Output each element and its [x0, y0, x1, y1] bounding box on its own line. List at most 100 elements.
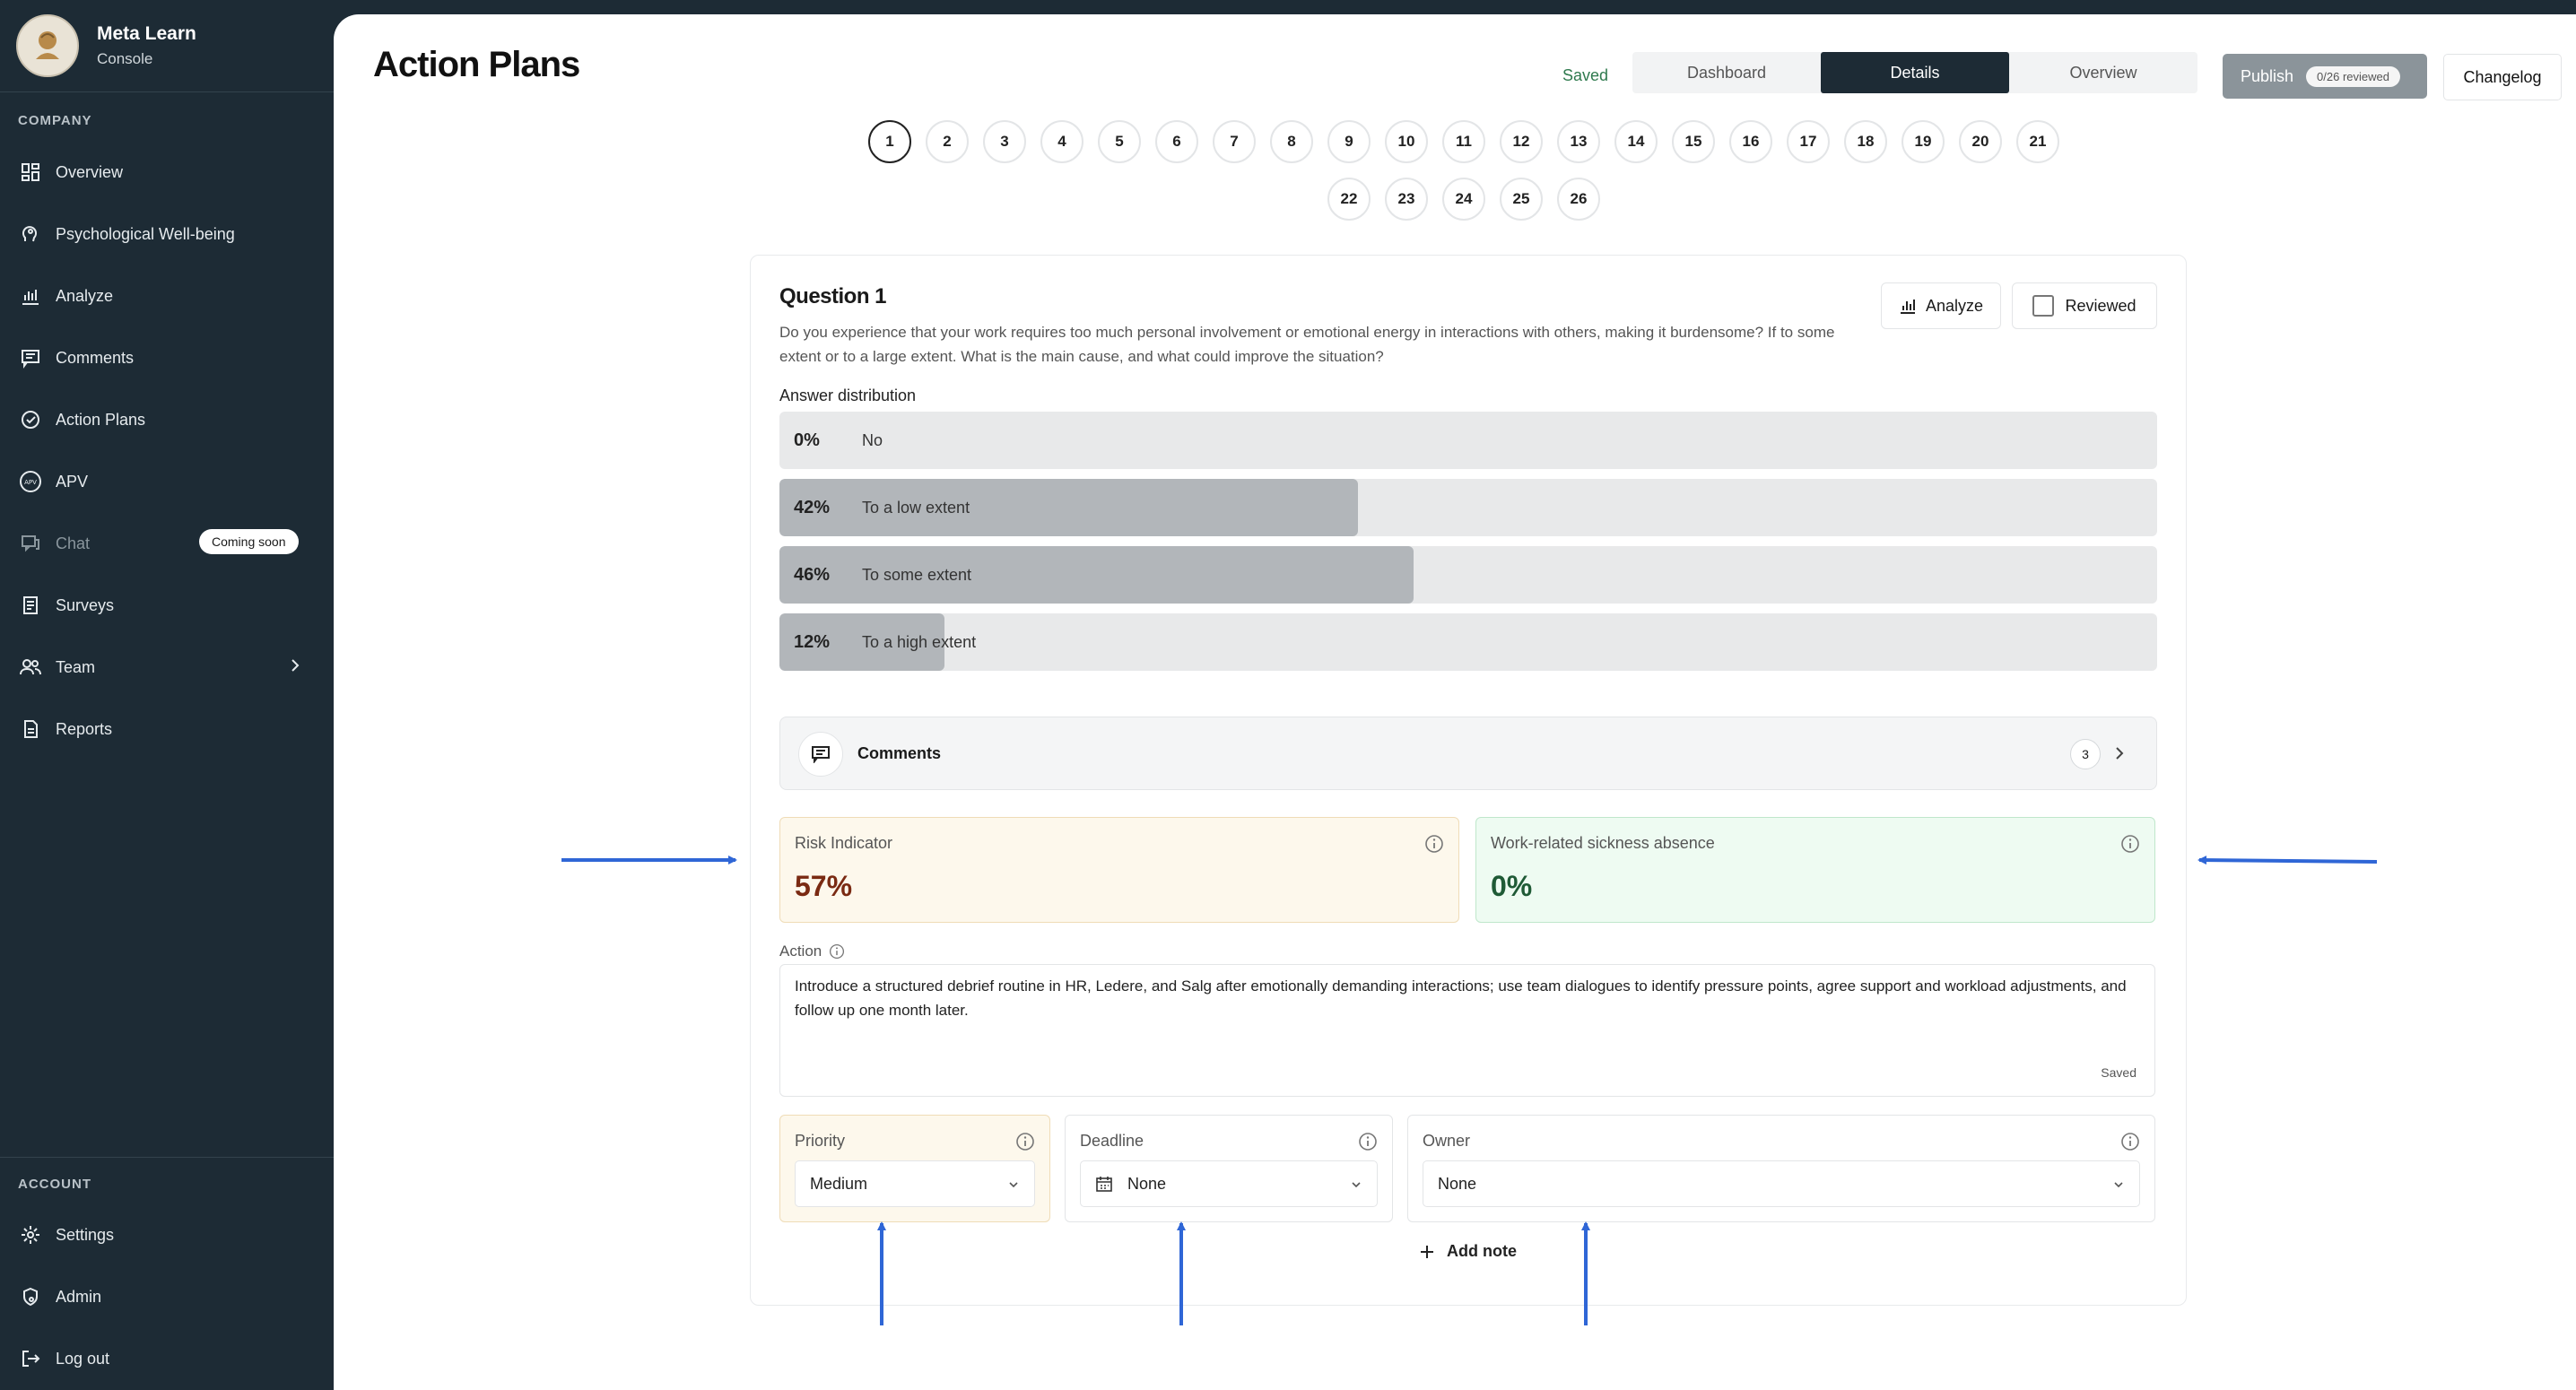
question-number-5[interactable]: 5 [1098, 120, 1141, 163]
question-number-4[interactable]: 4 [1040, 120, 1083, 163]
sidebar-item-analyze[interactable]: Analyze [18, 278, 314, 314]
sidebar-item-surveys[interactable]: Surveys [18, 587, 314, 623]
deadline-picker[interactable]: None [1080, 1160, 1378, 1207]
answer-label: To some extent [862, 566, 972, 584]
info-icon[interactable] [2120, 834, 2140, 858]
sidebar-item-apv[interactable]: APV APV [18, 464, 314, 500]
answer-label: To a high extent [862, 633, 977, 651]
question-number-16[interactable]: 16 [1729, 120, 1772, 163]
sickness-absence-card: Work-related sickness absence 0% [1475, 817, 2155, 923]
question-number-7[interactable]: 7 [1213, 120, 1256, 163]
tab-overview[interactable]: Overview [2009, 52, 2197, 93]
sidebar-item-team[interactable]: Team [18, 649, 314, 685]
add-note-label: Add note [1447, 1242, 1517, 1260]
priority-select[interactable]: Medium [795, 1160, 1035, 1207]
sidebar-item-overview[interactable]: Overview [18, 154, 314, 190]
check-circle-icon [18, 407, 43, 432]
answer-label: No [862, 431, 883, 449]
changelog-button[interactable]: Changelog [2443, 54, 2562, 100]
sidebar-item-label: Team [56, 657, 96, 676]
sidebar-item-chat[interactable]: Chat Coming soon [18, 526, 314, 561]
add-note-button[interactable]: Add note [1418, 1242, 1517, 1261]
question-number-25[interactable]: 25 [1500, 178, 1543, 221]
sidebar-divider [0, 1157, 334, 1158]
question-number-3[interactable]: 3 [983, 120, 1026, 163]
question-number-10[interactable]: 10 [1385, 120, 1428, 163]
main-panel: Action Plans Saved Dashboard Details Ove… [334, 14, 2576, 1390]
question-number-1[interactable]: 1 [868, 120, 911, 163]
action-label-row: Action [779, 943, 845, 960]
info-icon[interactable] [1358, 1132, 1378, 1156]
sidebar-item-comments[interactable]: Comments [18, 340, 314, 376]
question-number-9[interactable]: 9 [1327, 120, 1371, 163]
sidebar-item-label: Chat [56, 534, 91, 552]
sidebar-item-action-plans[interactable]: Action Plans [18, 402, 314, 438]
info-icon[interactable] [2120, 1132, 2140, 1156]
question-number-13[interactable]: 13 [1557, 120, 1600, 163]
reviewed-toggle[interactable]: Reviewed [2012, 282, 2157, 329]
question-number-8[interactable]: 8 [1270, 120, 1313, 163]
brand-name: Meta Learn [97, 23, 196, 44]
priority-value: Medium [810, 1174, 868, 1193]
sidebar: Meta Learn Console COMPANY Overview Psyc… [0, 0, 334, 1390]
question-number-22[interactable]: 22 [1327, 178, 1371, 221]
answer-percent: 0% [794, 430, 820, 450]
sidebar-item-reports[interactable]: Reports [18, 711, 314, 747]
question-number-19[interactable]: 19 [1902, 120, 1945, 163]
publish-label: Publish [2241, 66, 2294, 85]
question-number-20[interactable]: 20 [1959, 120, 2002, 163]
dashboard-icon [18, 160, 43, 185]
answer-percent: 42% [794, 498, 831, 517]
action-textarea[interactable]: Introduce a structured debrief routine i… [779, 964, 2155, 1097]
tab-dashboard[interactable]: Dashboard [1632, 52, 1821, 93]
analyze-label: Analyze [1925, 296, 1984, 315]
brand-sub: Console [97, 50, 153, 67]
brand[interactable]: Meta Learn Console [16, 14, 196, 77]
deadline-label: Deadline [1080, 1132, 1144, 1150]
question-number-14[interactable]: 14 [1614, 120, 1658, 163]
risk-indicator-value: 57% [795, 870, 853, 902]
sidebar-item-settings[interactable]: Settings [18, 1217, 314, 1253]
question-number-21[interactable]: 21 [2016, 120, 2059, 163]
reviewed-checkbox[interactable] [2032, 295, 2055, 317]
comments-count-badge: 3 [2070, 739, 2101, 769]
question-number-15[interactable]: 15 [1672, 120, 1715, 163]
question-number-2[interactable]: 2 [926, 120, 969, 163]
sidebar-item-label: Settings [56, 1225, 115, 1244]
question-number-11[interactable]: 11 [1442, 120, 1485, 163]
sidebar-item-label: Comments [56, 348, 135, 367]
brand-logo [16, 14, 79, 77]
sidebar-item-label: Log out [56, 1349, 110, 1368]
info-icon[interactable] [1015, 1132, 1035, 1156]
sidebar-item-label: Analyze [56, 286, 114, 305]
question-number-24[interactable]: 24 [1442, 178, 1485, 221]
question-number-6[interactable]: 6 [1155, 120, 1198, 163]
section-company: COMPANY [18, 113, 92, 128]
section-account: ACCOUNT [18, 1177, 91, 1192]
reviewed-label: Reviewed [2065, 296, 2137, 315]
question-number-23[interactable]: 23 [1385, 178, 1428, 221]
sidebar-item-wellbeing[interactable]: Psychological Well-being [18, 216, 314, 252]
chat-icon [18, 531, 43, 556]
sidebar-item-admin[interactable]: Admin [18, 1279, 314, 1315]
question-number-12[interactable]: 12 [1500, 120, 1543, 163]
owner-select[interactable]: None [1423, 1160, 2140, 1207]
saved-status: Saved [1562, 66, 1609, 84]
sidebar-item-logout[interactable]: Log out [18, 1341, 314, 1377]
question-number-18[interactable]: 18 [1844, 120, 1887, 163]
admin-icon [18, 1284, 43, 1309]
question-number-17[interactable]: 17 [1787, 120, 1830, 163]
analyze-button[interactable]: Analyze [1881, 282, 2001, 329]
answer-bar: 12% To a high extent [779, 613, 2157, 671]
info-icon[interactable] [829, 943, 845, 960]
answer-percent: 46% [794, 565, 831, 585]
sidebar-item-label: Action Plans [56, 410, 146, 429]
question-number-26[interactable]: 26 [1557, 178, 1600, 221]
tab-details[interactable]: Details [1821, 52, 2009, 93]
answer-percent: 12% [794, 632, 831, 652]
chevron-right-icon [2113, 743, 2126, 769]
risk-indicator-label: Risk Indicator [795, 834, 893, 852]
publish-button[interactable]: Publish 0/26 reviewed [2223, 54, 2427, 99]
info-icon[interactable] [1424, 834, 1444, 858]
comments-row[interactable]: Comments 3 [779, 717, 2157, 790]
